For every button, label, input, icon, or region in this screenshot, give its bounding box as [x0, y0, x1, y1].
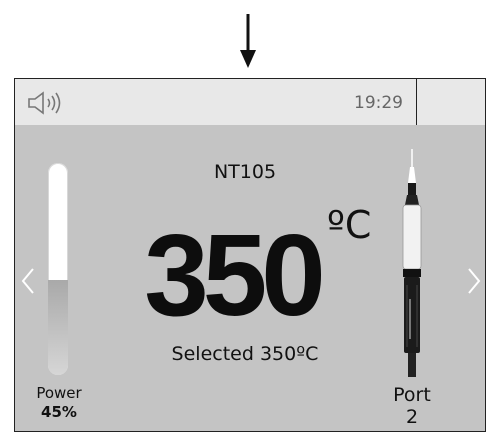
- power-label: Power: [36, 384, 82, 402]
- status-divider: [416, 79, 417, 125]
- chevron-left-icon[interactable]: [21, 267, 35, 295]
- power-level-fill: [48, 279, 68, 375]
- chevron-right-icon[interactable]: [467, 267, 481, 295]
- port-label: Port: [393, 384, 431, 406]
- tool-name: NT105: [213, 161, 277, 183]
- power-value: 45%: [41, 403, 77, 421]
- current-temperature: 350: [144, 210, 326, 340]
- temperature-unit: ºC: [327, 203, 372, 247]
- soldering-handpiece-icon: [402, 149, 422, 377]
- clock: 19:29: [354, 93, 403, 113]
- port-number: 2: [405, 406, 419, 428]
- speaker-icon[interactable]: [27, 91, 63, 115]
- selected-temperature: Selected 350ºC: [171, 343, 319, 365]
- status-bar: 19:29: [15, 79, 485, 125]
- station-display: 19:29 Power 45% NT105 350 ºC Selected 35…: [14, 78, 486, 432]
- power-bar: [48, 163, 68, 375]
- arrow-down-icon: [240, 14, 256, 68]
